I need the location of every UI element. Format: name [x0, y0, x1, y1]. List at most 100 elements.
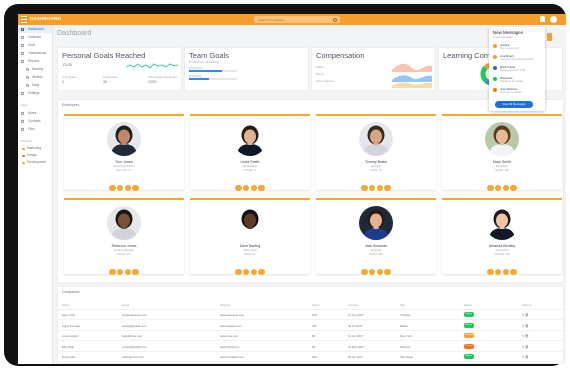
employees-panel: Employees Tom Jones Marketing Director New…	[57, 99, 564, 283]
user-avatar-icon[interactable]	[550, 16, 557, 23]
message-item[interactable]: Stephanie Thanks for the update	[493, 76, 543, 84]
delete-icon[interactable]: 🗑	[525, 345, 529, 349]
sidebar-project-development[interactable]: Development	[18, 159, 52, 166]
profile-icon[interactable]	[258, 184, 265, 191]
employee-avatar[interactable]	[485, 122, 519, 156]
profile-icon[interactable]	[384, 268, 391, 275]
mail-icon[interactable]	[116, 268, 124, 275]
chat-icon[interactable]	[250, 268, 258, 275]
mail-icon[interactable]	[368, 268, 376, 275]
chat-icon[interactable]	[376, 184, 384, 191]
message-item[interactable]: Jessica Hey, how are you?	[493, 43, 543, 51]
sidebar-project-label: Design	[27, 153, 37, 157]
delete-icon[interactable]: 🗑	[525, 324, 529, 328]
sidebar-item-files[interactable]: Files	[18, 125, 52, 133]
message-item[interactable]: Jose Martinez Let's sync tomorrow	[493, 87, 543, 95]
phone-icon[interactable]	[109, 184, 116, 191]
delete-icon[interactable]: 🗑	[525, 334, 529, 338]
companies-panel: Companies Name Email Website Users Created Ci…	[57, 286, 565, 364]
phone-icon[interactable]	[361, 184, 368, 191]
employee-avatar[interactable]	[485, 206, 519, 240]
delete-icon[interactable]: 🗑	[525, 355, 529, 359]
search-icon[interactable]	[333, 17, 337, 22]
mail-icon[interactable]	[242, 184, 250, 191]
sidebar-project-design[interactable]: Design	[18, 152, 52, 159]
sidebar-item-notes[interactable]: Notes	[18, 109, 52, 117]
employee-card[interactable]: Tom Jones Marketing Director New York, NY	[64, 114, 184, 191]
profile-icon[interactable]	[132, 184, 139, 191]
sidebar-project-marketing[interactable]: Marketing	[18, 145, 52, 152]
chat-icon[interactable]	[124, 184, 132, 191]
sidebar-item-chat[interactable]: Chat	[18, 41, 52, 49]
mail-icon[interactable]	[116, 184, 124, 191]
message-item[interactable]: Mark Tomas Meeting moved to 3 PM	[493, 65, 543, 73]
device-frame: DASHBOARD Search for anything... Dashboa…	[4, 4, 566, 366]
delete-icon[interactable]: 🗑	[525, 313, 529, 317]
settings-tab-icon[interactable]	[547, 33, 552, 41]
employee-card[interactable]: Amanda Bentley Accountant Portland, OR	[442, 198, 562, 275]
chat-icon[interactable]	[502, 184, 510, 191]
kpi-team-goals[interactable]: Team Goals Production / Marketing Produc…	[184, 47, 309, 91]
messages-subtitle: 5 new messages	[493, 36, 513, 39]
app-screen: DASHBOARD Search for anything... Dashboa…	[18, 14, 566, 364]
table-row[interactable]: Blue Shift contact@bshift.com www.bshift.c…	[58, 341, 565, 352]
goal-stat-value: 4	[62, 80, 64, 84]
employee-card[interactable]: Linda Smith HR Manager Chicago, IL	[190, 114, 310, 191]
employee-card[interactable]: Jack Bowman Engineer Boston, MA	[316, 198, 436, 275]
chat-icon[interactable]	[124, 268, 132, 275]
employee-card[interactable]: Dave Barling Sales Lead Miami, FL	[190, 198, 310, 275]
employee-avatar[interactable]	[233, 122, 267, 156]
employee-card[interactable]: Tommy Brake Designer Austin, TX	[316, 114, 436, 191]
sidebar-subitem-weekly[interactable]: Weekly	[18, 73, 52, 81]
sidebar-item-calendar[interactable]: Calendar	[18, 33, 52, 41]
table-row[interactable]: Luna Loafers hello@luna.com www.luna.com 66…	[58, 331, 565, 341]
profile-icon[interactable]	[384, 184, 391, 191]
table-row[interactable]: Nova Labs office@nova.com www.novalabs.com…	[58, 352, 565, 362]
table-cell-city: San Diego	[400, 355, 414, 359]
profile-icon[interactable]	[132, 268, 139, 275]
status-badge: Pending	[464, 333, 474, 338]
table-cell-created: 11 Jun 2017	[348, 334, 364, 338]
profile-icon[interactable]	[510, 268, 517, 275]
table-row[interactable]: Apex Tech info@apextech.com www.apextech.c…	[58, 310, 565, 320]
message-item[interactable]: Lisa Brown Can you review this document?	[493, 54, 543, 62]
employee-avatar[interactable]	[107, 122, 141, 156]
mail-icon[interactable]	[242, 268, 250, 275]
bell-icon[interactable]	[540, 16, 545, 22]
search-input[interactable]: Search for anything...	[254, 16, 340, 23]
sidebar-item-reports[interactable]: Reports	[18, 57, 52, 65]
view-all-messages-button[interactable]: View All Messages	[495, 101, 533, 108]
employee-avatar[interactable]	[233, 206, 267, 240]
kpi-personal-goals[interactable]: Personal Goals Reached 13/35 In Progress…	[57, 47, 182, 91]
sidebar-subitem-daily[interactable]: Daily	[18, 81, 52, 89]
table-row[interactable]: Apple Thunder team@appleth.com www.appleth…	[58, 320, 565, 331]
profile-icon[interactable]	[510, 184, 517, 191]
app-logo[interactable]: DASHBOARD	[30, 16, 61, 21]
phone-icon[interactable]	[109, 268, 116, 275]
mail-icon[interactable]	[494, 184, 502, 191]
sidebar-item-label: Notes	[28, 111, 37, 115]
hamburger-menu-icon[interactable]	[21, 16, 27, 23]
mail-icon[interactable]	[368, 184, 376, 191]
sidebar-subitem-monthly[interactable]: Monthly	[18, 65, 52, 73]
employee-avatar[interactable]	[107, 206, 141, 240]
chat-icon[interactable]	[502, 268, 510, 275]
employee-card[interactable]: Mary Smith Developer Seattle, WA	[442, 114, 562, 191]
kpi-compensation[interactable]: Compensation Salary Bonus Stock Options	[311, 47, 436, 91]
sidebar-item-contacts[interactable]: Contacts	[18, 117, 52, 125]
employee-avatar[interactable]	[359, 122, 393, 156]
mail-icon[interactable]	[494, 268, 502, 275]
employee-card[interactable]: Rebecca Jones Product Manager Denver, CO	[64, 198, 184, 275]
chat-icon[interactable]	[376, 268, 384, 275]
employee-avatar[interactable]	[359, 206, 393, 240]
phone-icon[interactable]	[487, 268, 494, 275]
sidebar-item-settings[interactable]: Settings	[18, 89, 52, 97]
chat-icon[interactable]	[250, 184, 258, 191]
sidebar-item-dashboard[interactable]: Dashboard	[18, 25, 52, 33]
phone-icon[interactable]	[235, 268, 242, 275]
sidebar-item-transactions[interactable]: Transactions	[18, 49, 52, 57]
phone-icon[interactable]	[361, 268, 368, 275]
profile-icon[interactable]	[258, 268, 265, 275]
phone-icon[interactable]	[487, 184, 494, 191]
phone-icon[interactable]	[235, 184, 242, 191]
